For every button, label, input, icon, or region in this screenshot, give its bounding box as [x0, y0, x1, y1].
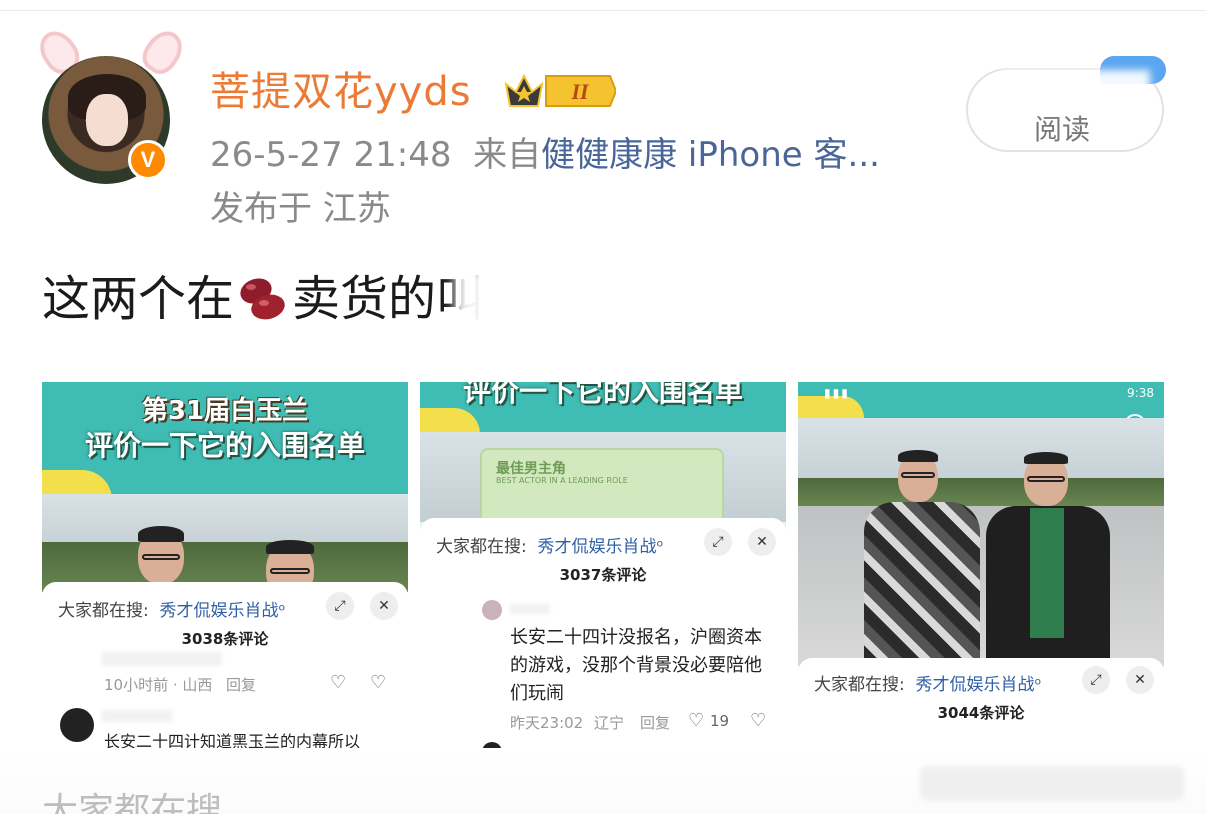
- award-subtitle: BEST ACTOR IN A LEADING ROLE: [496, 476, 628, 485]
- comment-text: 长安二十四计没报名，沪圈资本的游戏，没那个背景没必要陪他们玩闹: [510, 627, 762, 704]
- post-text: 这两个在 卖货的叫: [42, 266, 484, 332]
- signal-icon: ▮▮▮: [824, 386, 850, 400]
- close-icon[interactable]: ✕: [370, 592, 398, 620]
- red-bean-icon: [234, 273, 292, 323]
- image-title-line2: 评价一下它的入围名单: [462, 382, 743, 408]
- comment-count: 3037条评论: [559, 566, 647, 584]
- hot-search-link[interactable]: 秀才侃娱乐肖战: [160, 601, 279, 621]
- commenter-avatar[interactable]: [482, 600, 502, 620]
- comment-count: 3044条评论: [937, 704, 1025, 722]
- post-image-2[interactable]: 评价一下它的入围名单 最佳男主角 BEST ACTOR IN A LEADING…: [420, 382, 786, 748]
- hot-search-row: 大家都在搜: 秀才侃娱乐肖战ᵒ: [58, 601, 286, 621]
- comment-region: 辽宁: [594, 714, 625, 732]
- award-title: 最佳男主角: [496, 461, 566, 477]
- expand-icon[interactable]: ⤢: [326, 592, 354, 620]
- comment-panel: 大家都在搜: 秀才侃娱乐肖战ᵒ ⤢ ✕ 3037条评论 长安二十四计没报名，沪圈…: [420, 518, 786, 748]
- image-title-line1: 第31届白玉兰: [141, 396, 309, 426]
- username[interactable]: 菩提双花yyds: [210, 66, 472, 118]
- source-prefix: 来自: [473, 135, 542, 175]
- close-icon[interactable]: ✕: [748, 528, 776, 556]
- status-bar: ▮▮▮ 9:38: [798, 382, 1164, 406]
- member-crown-badge-icon: II: [504, 73, 616, 107]
- dislike-icon[interactable]: ♡: [750, 710, 766, 731]
- expand-icon[interactable]: ⤢: [1082, 666, 1110, 694]
- dislike-icon[interactable]: ♡: [370, 672, 386, 693]
- footer-text: 大家都在搜: [42, 791, 223, 814]
- hot-search-link[interactable]: 秀才侃娱乐肖战: [538, 537, 657, 557]
- comment-time: 昨天23:02: [510, 714, 584, 732]
- like-count: 19: [710, 712, 730, 730]
- avatar[interactable]: V: [32, 24, 190, 190]
- expand-icon[interactable]: ⤢: [704, 528, 732, 556]
- post-image-3[interactable]: ▮▮▮ 9:38 大家都在搜: 秀才侃娱乐肖战ᵒ ⤢ ✕ 3044条评论: [798, 382, 1164, 748]
- like-icon[interactable]: ♡: [688, 710, 704, 731]
- level-badge-text: II: [570, 79, 590, 104]
- blurred-watermark: [920, 766, 1184, 800]
- reply-button[interactable]: 回复: [226, 674, 256, 695]
- post-image-1[interactable]: 第31届白玉兰 评价一下它的入围名单 大家都在搜: 秀才侃娱乐肖战ᵒ ⤢ ✕ 3…: [42, 382, 408, 748]
- blurred-overlay: [455, 268, 1035, 340]
- commenter-avatar[interactable]: [60, 708, 94, 742]
- hot-search-link[interactable]: 秀才侃娱乐肖战: [916, 675, 1035, 695]
- hot-search-row: 大家都在搜: 秀才侃娱乐肖战ᵒ: [436, 537, 664, 557]
- close-icon[interactable]: ✕: [1126, 666, 1154, 694]
- comment-meta: 10小时前 · 山西: [104, 676, 213, 694]
- post-meta: 26-5-27 21:48 来自健健康康 iPhone 客...: [210, 134, 880, 176]
- post-text-part1: 这两个在: [42, 271, 235, 327]
- image-title-line2: 评价一下它的入围名单: [84, 429, 365, 462]
- hot-search-row: 大家都在搜: 秀才侃娱乐肖战ᵒ: [814, 675, 1042, 695]
- source-device-link[interactable]: 健健康康 iPhone 客...: [541, 135, 880, 175]
- comment-panel: 大家都在搜: 秀才侃娱乐肖战ᵒ ⤢ ✕ 3038条评论 10小时前 · 山西 回…: [42, 582, 408, 748]
- blurred-overlay: [1000, 70, 1150, 112]
- comment-count: 3038条评论: [181, 630, 269, 648]
- post-location: 发布于 江苏: [210, 189, 391, 229]
- comment-panel: 大家都在搜: 秀才侃娱乐肖战ᵒ ⤢ ✕ 3044条评论: [798, 658, 1164, 748]
- status-time: 9:38: [1127, 386, 1154, 400]
- like-icon[interactable]: ♡: [330, 672, 346, 693]
- read-button-label: 阅读: [1034, 113, 1091, 146]
- post-timestamp: 26-5-27 21:48: [210, 135, 452, 175]
- top-divider: [0, 10, 1206, 11]
- verified-badge-icon: V: [128, 140, 168, 180]
- comment-text: 长安二十四计知道黑玉兰的内幕所以: [104, 732, 361, 748]
- reply-button[interactable]: 回复: [640, 712, 670, 733]
